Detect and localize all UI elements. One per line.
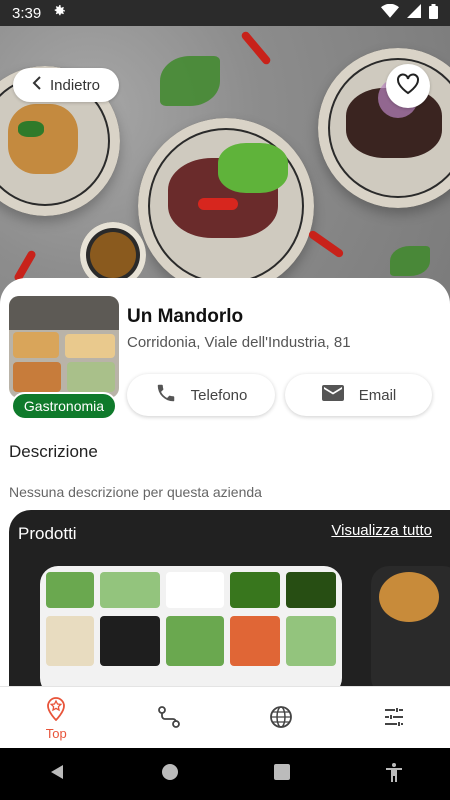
- nav-label-top: Top: [45, 726, 67, 741]
- sliders-icon: [382, 705, 406, 732]
- status-time: 3:39: [12, 4, 42, 22]
- hero-image: Indietro: [0, 26, 450, 310]
- description-heading: Descrizione: [9, 442, 98, 461]
- status-bar: 3:39: [0, 0, 450, 26]
- hero-herb: [160, 56, 220, 106]
- business-name: Un Mandorlo: [127, 306, 244, 327]
- email-label: Email: [358, 386, 397, 404]
- business-thumbnail: [9, 296, 119, 398]
- product-card[interactable]: [40, 566, 342, 690]
- phone-button[interactable]: Telefono: [127, 374, 275, 416]
- nav-item-globe[interactable]: [225, 687, 338, 749]
- accessibility-icon[interactable]: [385, 762, 403, 787]
- hero-plate-center: [138, 118, 314, 294]
- category-badge: Gastronomia: [11, 392, 117, 420]
- business-address: Corridonia, Viale dell'Industria, 81: [127, 334, 351, 351]
- email-button[interactable]: Email: [285, 374, 432, 416]
- settings-gear-icon: [51, 3, 67, 23]
- favorite-button[interactable]: [386, 64, 430, 108]
- hero-herb: [390, 246, 430, 276]
- nav-item-top[interactable]: Top: [0, 687, 113, 749]
- nav-item-filters[interactable]: [338, 687, 450, 749]
- products-heading: Prodotti: [18, 524, 77, 543]
- home-circle-icon[interactable]: [161, 763, 179, 786]
- route-icon: [156, 704, 182, 733]
- description-text: Nessuna descrizione per questa azienda: [9, 484, 262, 500]
- product-card[interactable]: [371, 566, 450, 690]
- system-nav-bar: [0, 748, 450, 800]
- chevron-left-icon: [32, 76, 42, 94]
- recents-square-icon[interactable]: [273, 763, 290, 785]
- bottom-nav: Top: [0, 686, 450, 749]
- star-pin-icon: [44, 695, 68, 724]
- phone-icon: [155, 382, 177, 408]
- nav-item-route[interactable]: [113, 687, 226, 749]
- heart-outline-icon: [396, 72, 420, 100]
- wifi-icon: [381, 3, 399, 22]
- view-all-link[interactable]: Visualizza tutto: [331, 522, 432, 539]
- back-triangle-icon[interactable]: [48, 763, 66, 786]
- phone-label: Telefono: [190, 386, 248, 404]
- signal-icon: [407, 4, 421, 22]
- globe-icon: [269, 705, 293, 732]
- products-section: Prodotti Visualizza tutto: [9, 510, 450, 690]
- battery-icon: [429, 3, 438, 23]
- back-button[interactable]: Indietro: [13, 68, 119, 102]
- back-label: Indietro: [49, 76, 101, 94]
- email-icon: [321, 383, 345, 407]
